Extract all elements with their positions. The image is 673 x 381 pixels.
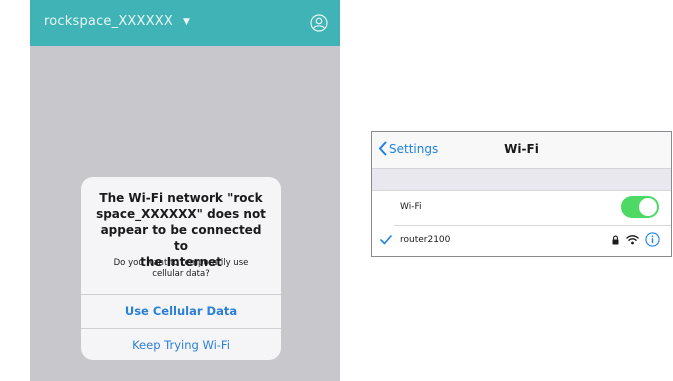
network-selector-label: rockspace_XXXXXX bbox=[44, 14, 173, 29]
wifi-toggle-row: Wi-Fi bbox=[372, 190, 671, 225]
connected-network-row[interactable]: router2100 bbox=[372, 226, 671, 255]
toggle-knob bbox=[639, 198, 657, 216]
page-title: Wi-Fi bbox=[504, 142, 539, 156]
alert-message: Do you want to temporarily use cellular … bbox=[113, 258, 249, 279]
use-cellular-data-button[interactable]: Use Cellular Data bbox=[81, 294, 281, 328]
section-separator bbox=[372, 168, 671, 191]
wifi-signal-icon bbox=[626, 235, 639, 245]
nav-bar: Settings Wi-Fi bbox=[372, 132, 671, 168]
wifi-toggle-label: Wi-Fi bbox=[400, 202, 422, 212]
phone-app-screen: rockspace_XXXXXX ▼ The Wi-Fi network "ro… bbox=[30, 0, 340, 381]
wifi-toggle[interactable] bbox=[621, 196, 659, 218]
keep-trying-wifi-button[interactable]: Keep Trying Wi-Fi bbox=[81, 328, 281, 360]
no-internet-alert: The Wi-Fi network "rock space_XXXXXX" do… bbox=[81, 177, 281, 360]
wifi-settings-panel: Settings Wi-Fi Wi-Fi router2100 bbox=[371, 131, 672, 257]
info-icon[interactable] bbox=[645, 232, 660, 247]
app-header: rockspace_XXXXXX ▼ bbox=[30, 0, 340, 46]
network-selector[interactable]: rockspace_XXXXXX ▼ bbox=[44, 14, 190, 29]
lock-icon bbox=[612, 235, 619, 245]
checkmark-icon bbox=[380, 235, 392, 245]
network-name: router2100 bbox=[400, 235, 451, 245]
dropdown-caret-icon: ▼ bbox=[182, 16, 191, 27]
account-icon[interactable] bbox=[310, 14, 328, 32]
